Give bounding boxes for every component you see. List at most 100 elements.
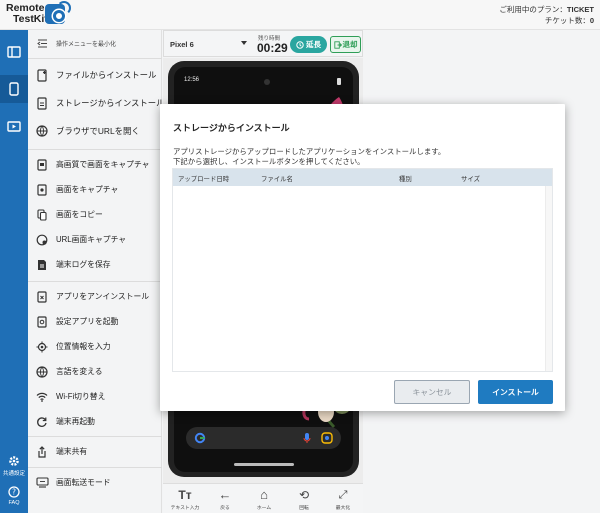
remaining-time: 00:29 bbox=[257, 41, 288, 55]
nav-layout[interactable] bbox=[0, 38, 28, 66]
transfer-mode-icon bbox=[35, 477, 49, 488]
clock-icon bbox=[296, 40, 304, 49]
url-capture[interactable]: URL画面キャプチャ bbox=[28, 227, 162, 252]
plan-label: ご利用中のプラン： bbox=[499, 5, 567, 14]
settings-label: 共通設定 bbox=[2, 471, 25, 477]
menu-divider bbox=[28, 281, 162, 282]
settings-app-label: 設定アプリを起動 bbox=[56, 317, 119, 326]
column-file-name[interactable]: ファイル名 bbox=[261, 174, 293, 183]
uninstall-app[interactable]: アプリをアンインストール bbox=[28, 284, 162, 309]
layout-icon bbox=[7, 46, 21, 58]
copy-screen[interactable]: 画面をコピー bbox=[28, 202, 162, 227]
language-label: 言語を変える bbox=[56, 367, 103, 376]
tickets-value: 0 bbox=[589, 16, 594, 25]
menu-divider bbox=[28, 149, 162, 150]
location-icon bbox=[36, 341, 48, 352]
url-capture-label: URL画面キャプチャ bbox=[56, 235, 127, 244]
log-icon bbox=[38, 259, 46, 270]
transfer-mode-label: 画面転送モード bbox=[56, 478, 111, 487]
lens-icon bbox=[321, 432, 333, 444]
nav-faq[interactable]: ? FAQ bbox=[0, 486, 28, 506]
chevron-down-icon[interactable] bbox=[241, 41, 247, 45]
input-location[interactable]: 位置情報を入力 bbox=[28, 334, 162, 359]
device-toolbar: Tт テキスト入力 ← 戻る ⌂ ホーム ⟲ 回転 ⤢ 最大化 bbox=[163, 483, 363, 513]
text-input-button[interactable]: Tт テキスト入力 bbox=[165, 486, 205, 511]
table-scrollbar[interactable] bbox=[545, 186, 552, 371]
dialog-description: アプリストレージからアップロードしたアプリケーションをインストールします。 下記… bbox=[173, 147, 445, 167]
extend-button[interactable]: 延長 bbox=[290, 36, 327, 53]
text-input-label: テキスト入力 bbox=[170, 506, 200, 511]
dialog-description-line2: 下記から選択し、インストールボタンを押してください。 bbox=[173, 157, 365, 166]
device-select[interactable]: Pixel 6 bbox=[170, 40, 194, 49]
google-search-bar[interactable] bbox=[186, 427, 341, 449]
plan-value: TICKET bbox=[566, 5, 594, 14]
rotate-icon: ⟲ bbox=[298, 488, 310, 502]
capture-label: 画面をキャプチャ bbox=[56, 185, 119, 194]
collapse-icon bbox=[36, 39, 47, 47]
open-url-in-browser[interactable]: ブラウザでURLを開く bbox=[28, 117, 162, 145]
tickets-label: チケット数： bbox=[544, 16, 590, 25]
cancel-button[interactable]: キャンセル bbox=[394, 380, 470, 404]
save-log-label: 端末ログを保存 bbox=[56, 260, 111, 269]
logo-icon bbox=[45, 1, 71, 24]
column-upload-date[interactable]: アップロード日時 bbox=[178, 174, 229, 183]
menu-divider bbox=[28, 58, 162, 59]
back-arrow-icon: ← bbox=[218, 487, 232, 502]
nav-settings[interactable]: 共通設定 bbox=[0, 455, 28, 477]
globe-icon bbox=[36, 125, 48, 137]
back-label: 戻る bbox=[220, 506, 230, 511]
language-icon bbox=[36, 365, 48, 378]
operation-menu: 操作メニューを最小化 ファイルからインストール ストレージからインストール ブラ… bbox=[28, 30, 162, 513]
column-type[interactable]: 種別 bbox=[399, 174, 412, 183]
change-language[interactable]: 言語を変える bbox=[28, 359, 162, 384]
reboot-device[interactable]: 端末再起動 bbox=[28, 409, 162, 434]
rotate-button[interactable]: ⟲ 回転 bbox=[284, 486, 324, 511]
screen-transfer-mode[interactable]: 画面転送モード bbox=[28, 470, 162, 495]
google-icon bbox=[194, 432, 206, 444]
plan-info: ご利用中のプラン：TICKET チケット数：0 bbox=[499, 4, 594, 26]
install-button[interactable]: インストール bbox=[478, 380, 553, 404]
settings-app-icon bbox=[37, 315, 47, 328]
top-header: Remote TestKit ご利用中のプラン：TICKET チケット数：0 bbox=[0, 0, 600, 30]
install-from-file[interactable]: ファイルからインストール bbox=[28, 61, 162, 89]
faq-label: FAQ bbox=[8, 500, 20, 506]
open-url-label: ブラウザでURLを開く bbox=[56, 126, 140, 136]
url-capture-icon bbox=[36, 234, 48, 245]
install-storage-label: ストレージからインストール bbox=[56, 98, 162, 108]
dialog-title: ストレージからインストール bbox=[173, 123, 290, 133]
share-device[interactable]: 端末共有 bbox=[28, 439, 162, 464]
install-from-storage[interactable]: ストレージからインストール bbox=[28, 89, 162, 117]
hq-capture[interactable]: 高画質で画面をキャプチャ bbox=[28, 152, 162, 177]
exit-icon bbox=[333, 40, 342, 49]
dialog-description-line1: アプリストレージからアップロードしたアプリケーションをインストールします。 bbox=[173, 147, 446, 156]
logo-line2: TestKit bbox=[13, 13, 48, 25]
toggle-wifi[interactable]: Wi-Fi切り替え bbox=[28, 384, 162, 409]
exit-button[interactable]: 退却 bbox=[330, 36, 361, 53]
nav-video[interactable] bbox=[0, 112, 28, 140]
capture-icon bbox=[37, 183, 47, 196]
install-file-label: ファイルからインストール bbox=[56, 70, 157, 80]
share-icon bbox=[38, 445, 46, 458]
back-button[interactable]: ← 戻る bbox=[205, 486, 245, 511]
menu-divider bbox=[28, 436, 162, 437]
save-device-log[interactable]: 端末ログを保存 bbox=[28, 252, 162, 277]
launch-settings-app[interactable]: 設定アプリを起動 bbox=[28, 309, 162, 334]
device-header: Pixel 6 残り時間 00:29 延長 退却 bbox=[163, 30, 363, 57]
nav-device[interactable] bbox=[0, 75, 28, 103]
help-icon: ? bbox=[8, 486, 20, 498]
column-size[interactable]: サイズ bbox=[461, 174, 480, 183]
hq-capture-icon bbox=[37, 158, 47, 171]
side-nav: 共通設定 ? FAQ bbox=[0, 30, 28, 513]
exit-label: 退却 bbox=[342, 40, 358, 49]
uninstall-label: アプリをアンインストール bbox=[56, 292, 150, 301]
smartphone-icon bbox=[9, 82, 19, 96]
app-table[interactable]: アップロード日時 ファイル名 種別 サイズ bbox=[172, 168, 553, 372]
microphone-icon bbox=[303, 433, 311, 443]
maximize-button[interactable]: ⤢ 最大化 bbox=[323, 486, 363, 511]
location-label: 位置情報を入力 bbox=[56, 342, 111, 351]
home-button[interactable]: ⌂ ホーム bbox=[244, 486, 284, 511]
wifi-label: Wi-Fi切り替え bbox=[56, 392, 106, 401]
minimize-menu-button[interactable]: 操作メニューを最小化 bbox=[28, 32, 162, 54]
screen-capture[interactable]: 画面をキャプチャ bbox=[28, 177, 162, 202]
reboot-label: 端末再起動 bbox=[56, 417, 95, 426]
